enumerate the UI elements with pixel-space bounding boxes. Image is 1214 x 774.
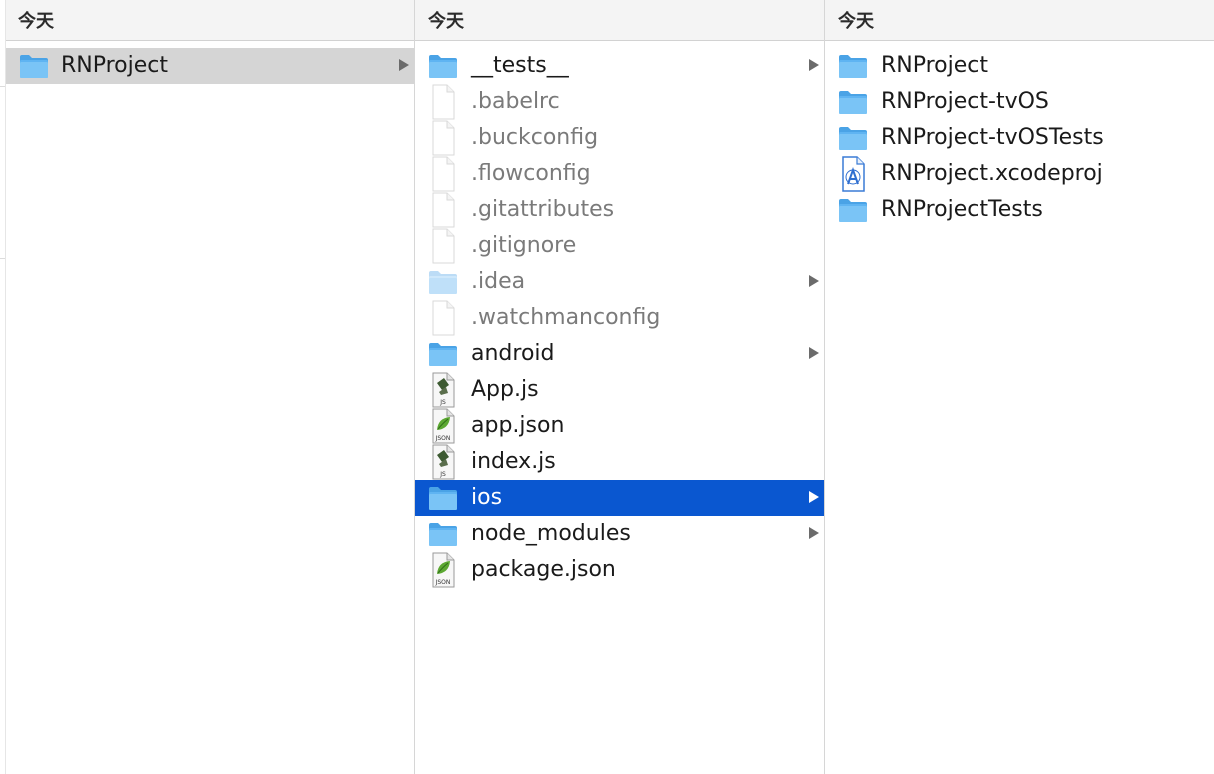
file-row[interactable]: .idea [415,264,824,300]
svg-text:JS: JS [439,399,446,406]
folder-icon [838,53,868,79]
file-name: .idea [471,269,526,294]
column-header: 今天 [415,0,824,41]
file-row[interactable]: .gitignore [415,228,824,264]
file-row[interactable]: .buckconfig [415,120,824,156]
file-name: App.js [471,377,539,402]
file-row[interactable]: .flowconfig [415,156,824,192]
folder-icon [838,197,868,223]
column-header-label: 今天 [838,11,874,32]
js-file-icon: JS [428,372,458,408]
file-row[interactable]: JSON app.json [415,408,824,444]
file-row[interactable]: RNProject [6,48,414,84]
disclosure-arrow-icon [809,527,819,539]
file-row[interactable]: __tests__ [415,48,824,84]
column-1[interactable]: 今天 RNProject [6,0,415,774]
file-icon [428,120,458,156]
json-file-icon: JSON [428,408,458,444]
file-name: app.json [471,413,565,438]
file-name: .flowconfig [471,161,591,186]
file-name: RNProject-tvOSTests [881,125,1104,150]
file-name: __tests__ [471,53,569,78]
folder-icon [19,53,49,79]
file-name: package.json [471,557,616,582]
file-name: RNProject [61,53,169,78]
file-name: node_modules [471,521,631,546]
file-name: ios [471,485,503,510]
file-list: RNProject RNProject-tvOS RNProject-tvOSTes… [825,48,1214,228]
file-name: index.js [471,449,556,474]
file-row[interactable]: .gitattributes [415,192,824,228]
file-icon [428,192,458,228]
file-row[interactable]: node_modules [415,516,824,552]
file-row[interactable]: .watchmanconfig [415,300,824,336]
json-file-icon: JSON [428,552,458,588]
column-header: 今天 [6,0,414,41]
file-row[interactable]: JSON package.json [415,552,824,588]
folder-icon [838,89,868,115]
column-header-label: 今天 [18,11,54,32]
disclosure-arrow-icon [809,347,819,359]
xcodeproj-icon [838,156,868,192]
js-file-icon: JS [428,444,458,480]
column-2[interactable]: 今天 __tests__ .babelrc .buckconfig .flowconf… [415,0,825,774]
file-name: .buckconfig [471,125,599,150]
folder-icon [838,125,868,151]
svg-text:JSON: JSON [435,579,451,586]
file-icon [428,84,458,120]
disclosure-arrow-icon [399,59,409,71]
file-row[interactable]: .babelrc [415,84,824,120]
file-icon [428,156,458,192]
file-name: .gitignore [471,233,577,258]
file-name: .gitattributes [471,197,615,222]
file-row[interactable]: RNProject [825,48,1214,84]
file-name: android [471,341,555,366]
file-row[interactable]: RNProject.xcodeproj [825,156,1214,192]
svg-text:JS: JS [439,471,446,478]
file-list: __tests__ .babelrc .buckconfig .flowconfig.… [415,48,824,588]
column-3[interactable]: 今天 RNProject RNProject-tvOS RNProject-tvOS… [825,0,1214,774]
folder-icon [428,521,458,547]
column-header-label: 今天 [428,11,464,32]
finder-column-browser: 今天 RNProject 今天 __tests__ .babelrc .buckco… [0,0,1214,774]
file-name: RNProject [881,53,989,78]
file-row[interactable]: android [415,336,824,372]
file-name: .watchmanconfig [471,305,661,330]
folder-icon [428,341,458,367]
folder-icon [428,485,458,511]
file-name: RNProject.xcodeproj [881,161,1103,186]
file-name: .babelrc [471,89,560,114]
file-row[interactable]: RNProject-tvOS [825,84,1214,120]
file-row[interactable]: ios [415,480,824,516]
file-row[interactable]: RNProjectTests [825,192,1214,228]
file-row[interactable]: JS App.js [415,372,824,408]
file-row[interactable]: RNProject-tvOSTests [825,120,1214,156]
column-header: 今天 [825,0,1214,41]
folder-icon [428,269,458,295]
disclosure-arrow-icon [809,59,819,71]
disclosure-arrow-icon [809,491,819,503]
file-name: RNProject-tvOS [881,89,1049,114]
file-name: RNProjectTests [881,197,1043,222]
file-icon [428,228,458,264]
svg-text:JSON: JSON [435,435,451,442]
disclosure-arrow-icon [809,275,819,287]
file-list: RNProject [6,48,414,84]
file-icon [428,300,458,336]
folder-icon [428,53,458,79]
file-row[interactable]: JS index.js [415,444,824,480]
